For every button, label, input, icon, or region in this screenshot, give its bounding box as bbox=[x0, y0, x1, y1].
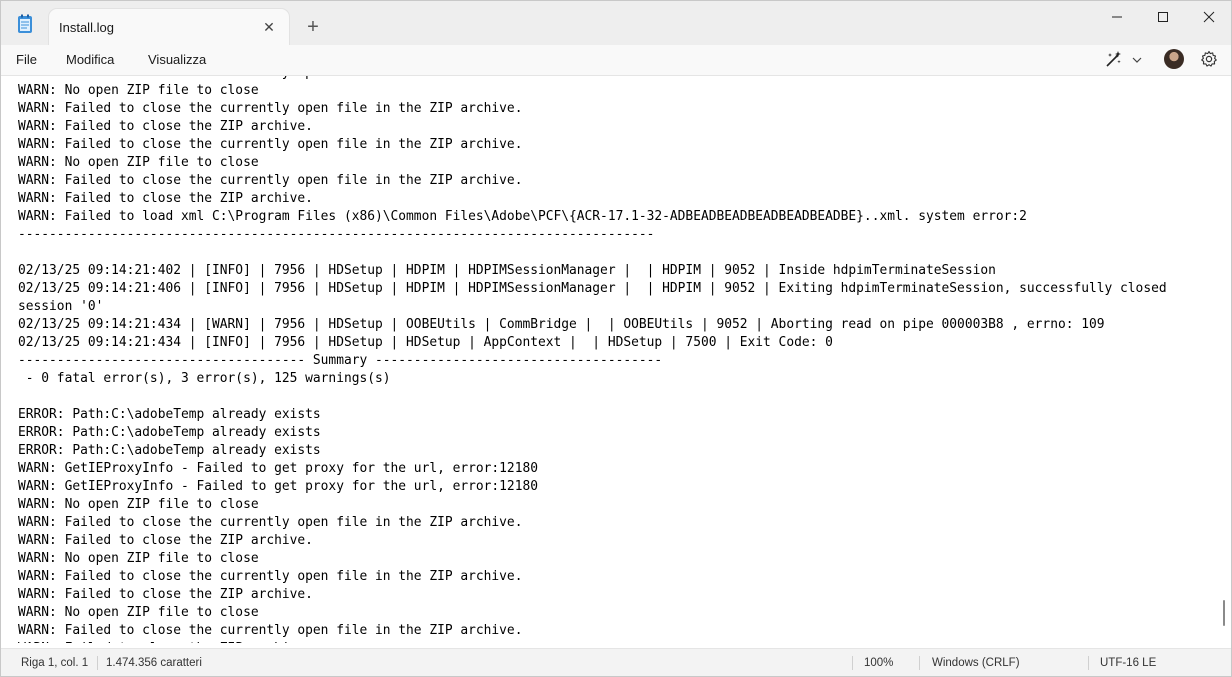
text-line[interactable] bbox=[18, 244, 1167, 262]
text-line[interactable]: WARN: Failed to close the ZIP archive. bbox=[18, 118, 1167, 136]
text-line[interactable]: WARN: Failed to close the currently open… bbox=[18, 136, 1167, 154]
close-icon bbox=[1203, 11, 1215, 23]
editor-content[interactable]: WARN: Failed to close the currently open… bbox=[18, 76, 1167, 643]
copilot-icon[interactable] bbox=[1103, 50, 1123, 70]
status-divider bbox=[1088, 656, 1089, 670]
text-line[interactable]: WARN: Failed to load xml C:\Program File… bbox=[18, 208, 1167, 226]
text-line[interactable]: WARN: Failed to close the currently open… bbox=[18, 622, 1167, 640]
text-line[interactable]: WARN: No open ZIP file to close bbox=[18, 550, 1167, 568]
minimize-button[interactable] bbox=[1094, 1, 1140, 33]
text-line[interactable]: 02/13/25 09:14:21:434 | [INFO] | 7956 | … bbox=[18, 334, 1167, 352]
close-window-button[interactable] bbox=[1186, 1, 1231, 33]
vertical-scrollbar-thumb[interactable] bbox=[1223, 600, 1225, 626]
status-divider bbox=[919, 656, 920, 670]
character-count: 1.474.356 caratteri bbox=[106, 657, 202, 669]
text-line[interactable]: WARN: GetIEProxyInfo - Failed to get pro… bbox=[18, 478, 1167, 496]
text-line[interactable]: WARN: Failed to close the currently open… bbox=[18, 172, 1167, 190]
minimize-icon bbox=[1112, 16, 1122, 18]
text-line[interactable]: WARN: Failed to close the ZIP archive. bbox=[18, 586, 1167, 604]
menu-file[interactable]: File bbox=[16, 52, 37, 67]
text-line[interactable]: WARN: Failed to close the ZIP archive. bbox=[18, 532, 1167, 550]
text-line[interactable]: ERROR: Path:C:\adobeTemp already exists bbox=[18, 406, 1167, 424]
notepad-window: Install.log ✕ + File Modifica Visualizza bbox=[0, 0, 1232, 677]
close-icon[interactable]: ✕ bbox=[261, 19, 277, 35]
text-line[interactable]: - 0 fatal error(s), 3 error(s), 125 warn… bbox=[18, 370, 1167, 388]
text-line[interactable]: ERROR: Path:C:\adobeTemp already exists bbox=[18, 442, 1167, 460]
text-line[interactable]: 02/13/25 09:14:21:406 | [INFO] | 7956 | … bbox=[18, 280, 1167, 298]
text-line[interactable]: ------------------------------------- Su… bbox=[18, 352, 1167, 370]
text-line[interactable]: ----------------------------------------… bbox=[18, 226, 1167, 244]
status-divider bbox=[852, 656, 853, 670]
text-line[interactable]: WARN: Failed to close the currently open… bbox=[18, 568, 1167, 586]
text-line[interactable]: WARN: Failed to close the ZIP archive. bbox=[18, 190, 1167, 208]
text-line[interactable]: WARN: GetIEProxyInfo - Failed to get pro… bbox=[18, 460, 1167, 478]
menu-visualizza[interactable]: Visualizza bbox=[148, 52, 206, 67]
text-line[interactable] bbox=[18, 388, 1167, 406]
text-line[interactable]: session '0' bbox=[18, 298, 1167, 316]
encoding[interactable]: UTF-16 LE bbox=[1100, 657, 1156, 669]
plus-icon[interactable]: + bbox=[303, 17, 323, 37]
avatar[interactable] bbox=[1164, 49, 1184, 69]
maximize-button[interactable] bbox=[1140, 1, 1186, 33]
menu-bar: File Modifica Visualizza bbox=[1, 45, 1231, 76]
tab-install-log[interactable]: Install.log ✕ bbox=[49, 9, 289, 45]
text-editor[interactable]: WARN: Failed to close the currently open… bbox=[1, 76, 1231, 643]
gear-icon[interactable] bbox=[1199, 49, 1219, 69]
text-line[interactable]: ERROR: Path:C:\adobeTemp already exists bbox=[18, 424, 1167, 442]
notepad-icon bbox=[18, 14, 32, 33]
status-divider bbox=[97, 656, 98, 670]
text-line[interactable]: WARN: Failed to close the ZIP archive. bbox=[18, 640, 1167, 643]
status-bar: Riga 1, col. 1 1.474.356 caratteri 100% … bbox=[1, 648, 1231, 676]
title-bar: Install.log ✕ + bbox=[1, 1, 1231, 45]
text-line[interactable]: WARN: Failed to close the currently open… bbox=[18, 514, 1167, 532]
text-line[interactable]: WARN: Failed to close the currently open… bbox=[18, 100, 1167, 118]
text-line[interactable]: WARN: No open ZIP file to close bbox=[18, 82, 1167, 100]
text-line[interactable]: WARN: No open ZIP file to close bbox=[18, 154, 1167, 172]
menu-modifica[interactable]: Modifica bbox=[66, 52, 114, 67]
maximize-icon bbox=[1158, 12, 1168, 22]
tab-title: Install.log bbox=[59, 20, 114, 35]
cursor-position[interactable]: Riga 1, col. 1 bbox=[21, 657, 88, 669]
zoom-level[interactable]: 100% bbox=[864, 657, 893, 669]
text-line[interactable]: 02/13/25 09:14:21:434 | [WARN] | 7956 | … bbox=[18, 316, 1167, 334]
chevron-down-icon[interactable] bbox=[1131, 54, 1143, 66]
line-ending[interactable]: Windows (CRLF) bbox=[932, 657, 1020, 669]
text-line[interactable]: 02/13/25 09:14:21:402 | [INFO] | 7956 | … bbox=[18, 262, 1167, 280]
text-line[interactable]: WARN: No open ZIP file to close bbox=[18, 496, 1167, 514]
text-line[interactable]: WARN: No open ZIP file to close bbox=[18, 604, 1167, 622]
